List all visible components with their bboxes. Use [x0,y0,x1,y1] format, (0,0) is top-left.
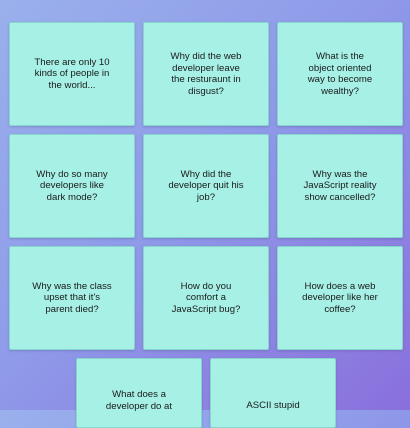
joke-card[interactable]: What is the object oriented way to becom… [277,22,403,126]
joke-card[interactable]: Why did the developer quit his job? [143,134,269,238]
joke-card[interactable]: Why do so many developers like dark mode… [9,134,135,238]
joke-card-text: How does a web developer like her coffee… [302,280,378,315]
joke-card[interactable]: How does a web developer like her coffee… [277,246,403,350]
joke-card[interactable]: ASCII stupid [210,358,336,428]
joke-card[interactable]: Why was the class upset that it's parent… [9,246,135,350]
joke-card-text: Why did the developer quit his job? [168,168,244,203]
joke-card-text: Why did the web developer leave the rest… [170,51,242,97]
joke-card[interactable]: There are only 10 kinds of people in the… [9,22,135,126]
joke-card[interactable]: How do you comfort a JavaScript bug? [143,246,269,350]
joke-card-text: Why was the class upset that it's parent… [32,280,112,315]
joke-card[interactable]: Why did the web developer leave the rest… [143,22,269,126]
joke-card-grid: There are only 10 kinds of people in the… [0,0,410,428]
joke-card-text: Why do so many developers like dark mode… [36,168,108,203]
joke-card-text: What does a developer do at [105,389,173,412]
joke-card-text: How do you comfort a JavaScript bug? [171,280,241,315]
joke-card[interactable]: What does a developer do at [76,358,202,428]
joke-card[interactable]: Why was the JavaScript reality show canc… [277,134,403,238]
joke-card-text: What is the object oriented way to becom… [307,51,373,97]
joke-card-text: Why was the JavaScript reality show canc… [303,168,377,203]
joke-card-text: There are only 10 kinds of people in the… [34,56,110,91]
